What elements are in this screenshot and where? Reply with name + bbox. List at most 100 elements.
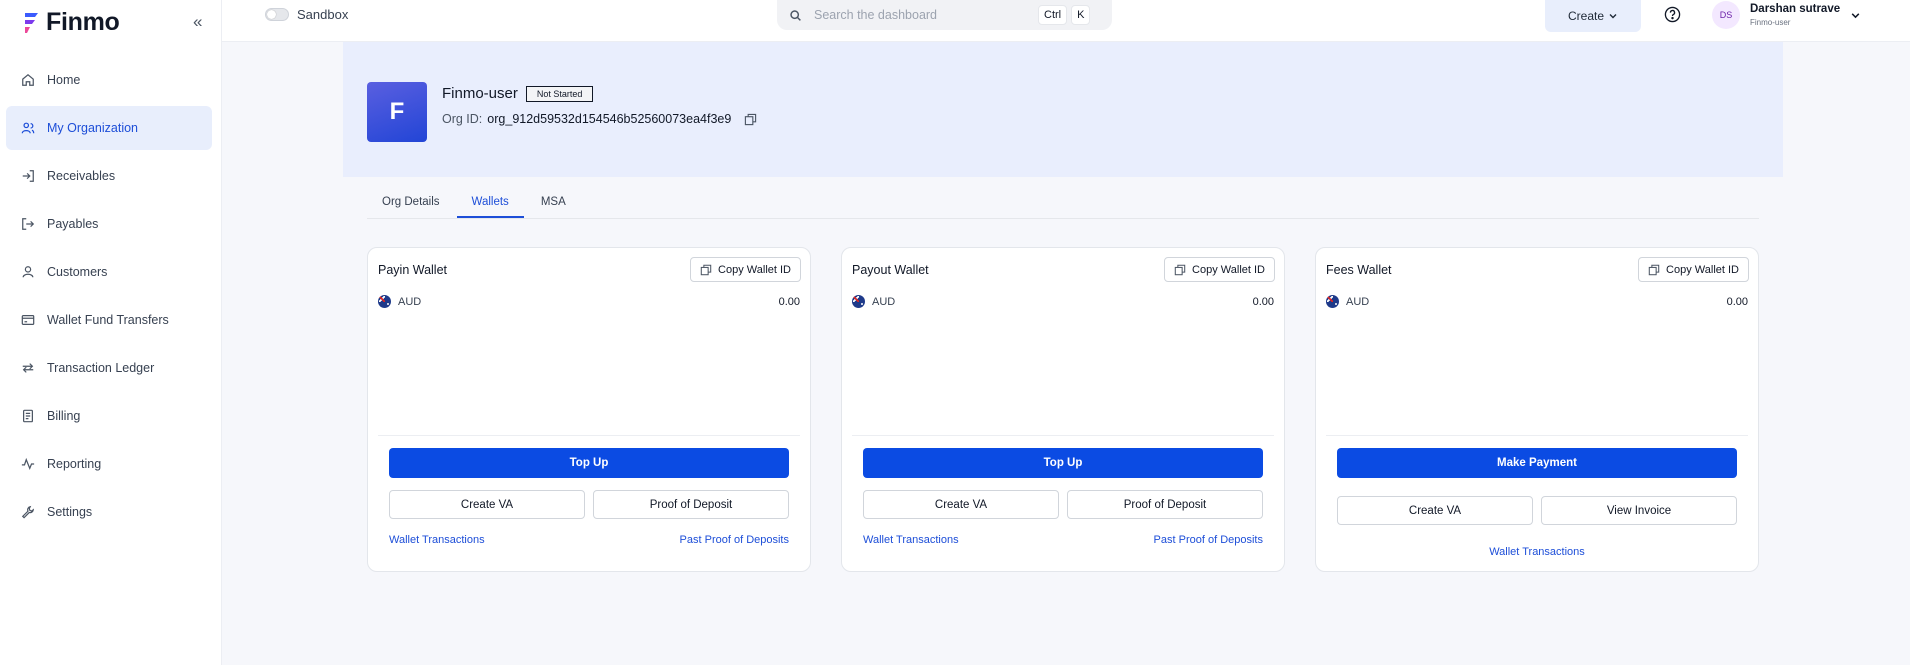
copy-wallet-id-button[interactable]: Copy Wallet ID (690, 257, 801, 282)
finmo-logo[interactable]: Finmo (22, 8, 120, 37)
sidebar-nav: Home My Organization Receivables Payable… (6, 58, 212, 538)
activity-icon (20, 456, 36, 472)
copy-icon (1648, 264, 1660, 275)
org-avatar: F (367, 82, 427, 142)
wallet-transactions-link[interactable]: Wallet Transactions (1489, 546, 1585, 558)
sandbox-toggle[interactable]: Sandbox (265, 7, 348, 22)
sidebar-item-receivables[interactable]: Receivables (6, 154, 212, 198)
help-icon[interactable] (1664, 6, 1681, 23)
sidebar-item-customers[interactable]: Customers (6, 250, 212, 294)
balance-amount: 0.00 (1252, 295, 1274, 308)
sidebar-item-home[interactable]: Home (6, 58, 212, 102)
make-payment-button[interactable]: Make Payment (1337, 448, 1737, 478)
card-links: Wallet Transactions Past Proof of Deposi… (863, 534, 1263, 546)
sidebar-item-label: Billing (47, 409, 81, 423)
users-icon (20, 120, 36, 136)
wrench-icon (20, 504, 36, 520)
copy-icon (1174, 264, 1186, 275)
currency-code: AUD (872, 295, 896, 308)
tab-org-details[interactable]: Org Details (367, 188, 455, 218)
balance-amount: 0.00 (1726, 295, 1748, 308)
user-menu[interactable]: DS Darshan sutrave Finmo-user (1712, 1, 1861, 29)
copy-wallet-id-label: Copy Wallet ID (718, 263, 791, 276)
currency-code: AUD (398, 295, 422, 308)
arrow-out-icon (20, 216, 36, 232)
sidebar-item-label: Wallet Fund Transfers (47, 313, 169, 327)
sidebar-item-label: Reporting (47, 457, 102, 471)
org-id-label: Org ID: (442, 112, 483, 126)
past-proof-of-deposits-link[interactable]: Past Proof of Deposits (680, 534, 789, 546)
create-va-button[interactable]: Create VA (389, 490, 585, 519)
divider (378, 435, 800, 436)
chevron-down-icon (1851, 12, 1860, 18)
wallet-card-payout: Payout Wallet Copy Wallet ID AUD 0.00 To… (841, 247, 1285, 572)
sidebar-item-reporting[interactable]: Reporting (6, 442, 212, 486)
wallet-title: Payout Wallet (852, 263, 929, 277)
wallet-card-fees: Fees Wallet Copy Wallet ID AUD 0.00 Make… (1315, 247, 1759, 572)
top-up-button[interactable]: Top Up (389, 448, 789, 478)
secondary-actions: Create VA Proof of Deposit (863, 490, 1263, 519)
tab-msa[interactable]: MSA (526, 188, 581, 218)
tab-wallets[interactable]: Wallets (456, 188, 524, 218)
create-va-button[interactable]: Create VA (1337, 496, 1533, 525)
org-name: Finmo-user (442, 85, 518, 102)
user-info: Darshan sutrave Finmo-user (1750, 2, 1840, 28)
wallet-transactions-link[interactable]: Wallet Transactions (863, 534, 959, 546)
copy-wallet-id-button[interactable]: Copy Wallet ID (1164, 257, 1275, 282)
secondary-actions: Create VA View Invoice (1337, 496, 1737, 525)
sidebar-item-payables[interactable]: Payables (6, 202, 212, 246)
sidebar-item-label: Receivables (47, 169, 116, 183)
org-id-row: Org ID: org_912d59532d154546b52560073ea4… (442, 112, 757, 126)
australia-flag-icon (378, 295, 391, 308)
sidebar-item-label: Settings (47, 505, 93, 519)
sidebar-item-my-organization[interactable]: My Organization (6, 106, 212, 150)
copy-wallet-id-button[interactable]: Copy Wallet ID (1638, 257, 1749, 282)
wallet-title: Payin Wallet (378, 263, 448, 277)
australia-flag-icon (1326, 295, 1339, 308)
sidebar-item-label: Home (47, 73, 81, 87)
finmo-logo-icon (25, 12, 38, 33)
sidebar-item-settings[interactable]: Settings (6, 490, 212, 534)
status-badge: Not Started (525, 85, 594, 102)
search-input[interactable] (814, 8, 1034, 22)
sidebar-item-transaction-ledger[interactable]: Transaction Ledger (6, 346, 212, 390)
repeat-icon (20, 360, 36, 376)
collapse-sidebar-icon[interactable]: « (193, 12, 202, 32)
arrow-in-icon (20, 168, 36, 184)
copy-icon (700, 264, 712, 275)
proof-of-deposit-button[interactable]: Proof of Deposit (593, 490, 789, 519)
card-links: Wallet Transactions (1337, 546, 1737, 558)
sidebar-item-wallet-fund-transfers[interactable]: Wallet Fund Transfers (6, 298, 212, 342)
currency-code: AUD (1346, 295, 1370, 308)
topbar: Sandbox Ctrl K Create DS Darshan sutrave… (222, 0, 1910, 42)
user-org: Finmo-user (1750, 18, 1791, 27)
past-proof-of-deposits-link[interactable]: Past Proof of Deposits (1154, 534, 1263, 546)
create-va-button[interactable]: Create VA (863, 490, 1059, 519)
toggle-switch[interactable] (265, 8, 289, 21)
chevron-down-icon (1609, 14, 1617, 19)
copy-wallet-id-label: Copy Wallet ID (1192, 263, 1265, 276)
sidebar-item-label: My Organization (47, 121, 139, 135)
avatar: DS (1712, 1, 1740, 29)
divider (852, 435, 1274, 436)
org-banner: F Finmo-user Not Started Org ID: org_912… (343, 42, 1783, 177)
sidebar-item-label: Customers (47, 265, 108, 279)
top-up-button[interactable]: Top Up (863, 448, 1263, 478)
wallet-title: Fees Wallet (1326, 263, 1392, 277)
wallet-transactions-link[interactable]: Wallet Transactions (389, 534, 485, 546)
search-icon (790, 9, 801, 21)
copy-icon[interactable] (744, 113, 757, 126)
view-invoice-button[interactable]: View Invoice (1541, 496, 1737, 525)
org-id-value: org_912d59532d154546b52560073ea4f3e9 (487, 112, 732, 126)
sidebar: Finmo « Home My Organization Receivables (0, 0, 222, 665)
australia-flag-icon (852, 295, 865, 308)
user-name: Darshan sutrave (1750, 3, 1841, 15)
sidebar-item-billing[interactable]: Billing (6, 394, 212, 438)
secondary-actions: Create VA Proof of Deposit (389, 490, 789, 519)
proof-of-deposit-button[interactable]: Proof of Deposit (1067, 490, 1263, 519)
create-dropdown-button[interactable]: Create (1545, 0, 1641, 32)
sidebar-item-label: Transaction Ledger (47, 361, 155, 375)
create-label: Create (1567, 9, 1605, 23)
search-bar[interactable]: Ctrl K (777, 0, 1112, 30)
sandbox-label: Sandbox (297, 7, 349, 22)
